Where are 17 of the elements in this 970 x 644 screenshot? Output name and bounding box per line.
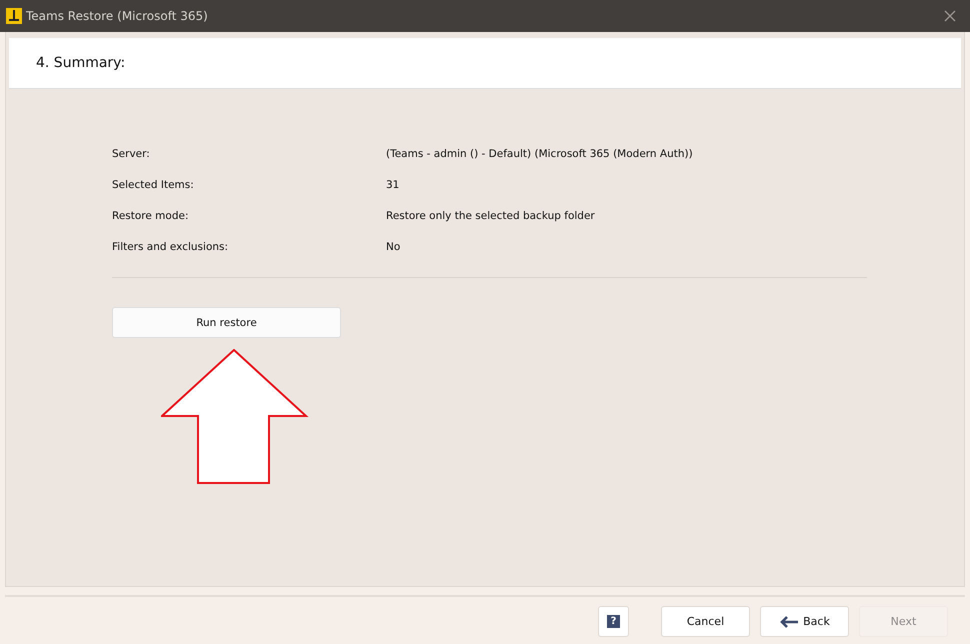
arrow-left-icon bbox=[779, 614, 800, 628]
run-restore-button[interactable]: Run restore bbox=[112, 307, 341, 338]
summary-label: Filters and exclusions: bbox=[112, 240, 230, 255]
summary-label: Selected Items: bbox=[112, 178, 195, 193]
summary-label: Restore mode: bbox=[112, 209, 190, 224]
summary-label: Server: bbox=[112, 147, 151, 162]
back-button[interactable]: Back bbox=[760, 606, 849, 637]
close-icon[interactable] bbox=[944, 10, 956, 22]
footer-button[interactable]: Cancel bbox=[661, 606, 750, 637]
app-logo-icon bbox=[6, 8, 22, 24]
summary-value: (Teams - admin () - Default) (Microsoft 365 (Modern Auth)) bbox=[386, 147, 693, 162]
summary-value: No bbox=[386, 240, 400, 255]
help-button[interactable]: ? bbox=[598, 606, 629, 637]
summary-value: Restore only the selected backup folder bbox=[386, 209, 595, 224]
window-title: Teams Restore (Microsoft 365) bbox=[26, 9, 209, 23]
step-heading: 4. Summary: bbox=[36, 55, 126, 71]
summary-value: 31 bbox=[386, 178, 400, 193]
